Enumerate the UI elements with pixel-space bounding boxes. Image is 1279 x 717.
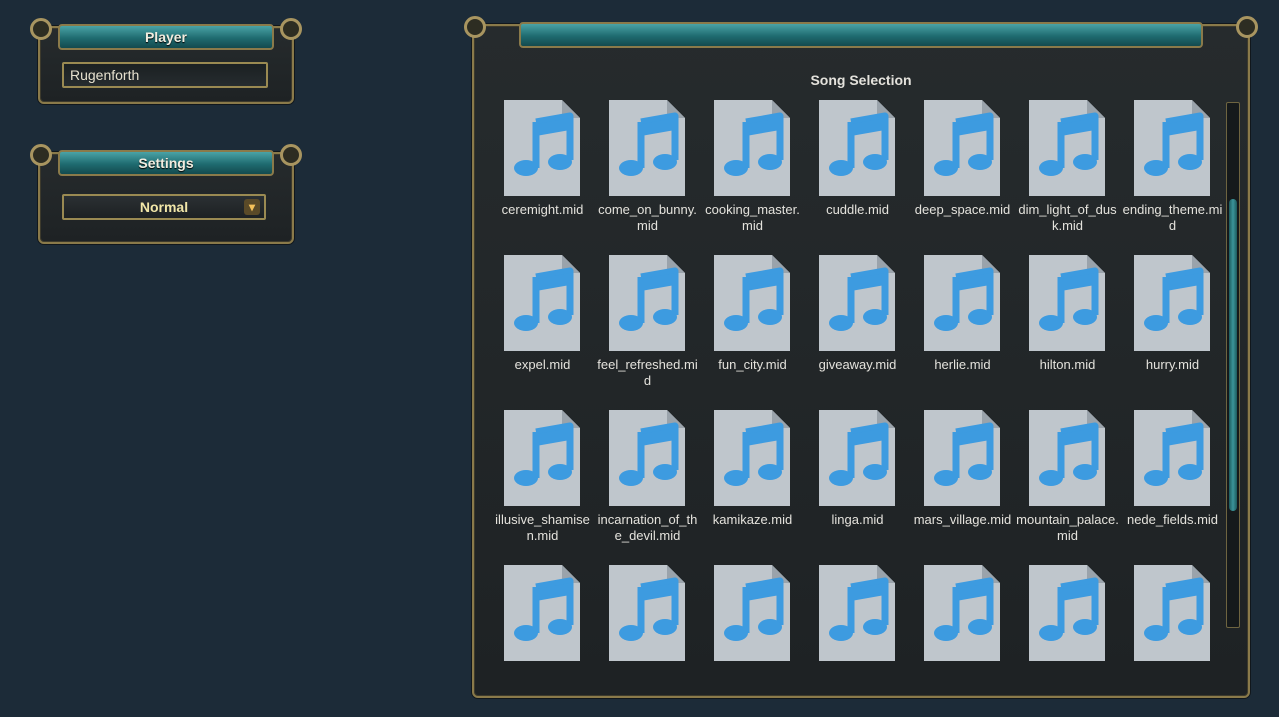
scrollbar-thumb[interactable] [1229, 199, 1237, 511]
music-file-icon [609, 565, 685, 661]
music-file-icon [1134, 410, 1210, 506]
song-list-scrollbar[interactable] [1226, 102, 1240, 628]
ornament-icon [280, 144, 302, 166]
song-tile[interactable]: ceremight.mid [490, 100, 595, 250]
song-filename: expel.mid [514, 357, 571, 372]
difficulty-select-value: Normal [139, 199, 189, 215]
settings-panel-title: Settings [58, 150, 274, 176]
music-file-icon [504, 100, 580, 196]
music-file-icon [1029, 255, 1105, 351]
song-filename: come_on_bunny.mid [598, 202, 697, 233]
song-tile[interactable]: come_on_bunny.mid [595, 100, 700, 250]
song-tile[interactable] [910, 565, 1015, 674]
song-filename: linga.mid [831, 512, 884, 527]
music-file-icon [924, 410, 1000, 506]
song-filename: incarnation_of_the_devil.mid [597, 512, 698, 543]
player-panel-title: Player [58, 24, 274, 50]
song-tile[interactable]: nede_fields.mid [1120, 410, 1225, 560]
song-tile[interactable]: feel_refreshed.mid [595, 255, 700, 405]
ornament-icon [464, 16, 486, 38]
song-tile[interactable] [805, 565, 910, 674]
song-filename: nede_fields.mid [1126, 512, 1219, 527]
song-tile[interactable]: incarnation_of_the_devil.mid [595, 410, 700, 560]
song-tile[interactable]: illusive_shamisen.mid [490, 410, 595, 560]
music-file-icon [1029, 100, 1105, 196]
ornament-icon [30, 18, 52, 40]
music-file-icon [819, 255, 895, 351]
song-tile[interactable]: expel.mid [490, 255, 595, 405]
music-file-icon [924, 100, 1000, 196]
song-grid: ceremight.mid come_on_bunny.mid cooking_ma… [490, 100, 1225, 674]
settings-panel: Settings Normal ▾ [30, 144, 302, 244]
music-file-icon [1029, 565, 1105, 661]
player-name-input[interactable]: Rugenforth [62, 62, 268, 88]
music-file-icon [1134, 100, 1210, 196]
music-file-icon [714, 410, 790, 506]
music-file-icon [819, 565, 895, 661]
song-filename: hilton.mid [1039, 357, 1096, 372]
song-filename: mountain_palace.mid [1016, 512, 1119, 543]
player-panel: Player Rugenforth [30, 18, 302, 104]
song-filename: dim_light_of_dusk.mid [1018, 202, 1117, 233]
song-filename: mars_village.mid [913, 512, 1012, 527]
music-file-icon [1134, 255, 1210, 351]
song-tile[interactable]: cooking_master.mid [700, 100, 805, 250]
song-tile[interactable]: ending_theme.mid [1120, 100, 1225, 250]
music-file-icon [714, 100, 790, 196]
music-file-icon [714, 565, 790, 661]
music-file-icon [1029, 410, 1105, 506]
music-file-icon [924, 255, 1000, 351]
song-filename: ceremight.mid [501, 202, 584, 217]
song-tile[interactable]: linga.mid [805, 410, 910, 560]
song-filename: illusive_shamisen.mid [495, 512, 590, 543]
song-tile[interactable] [700, 565, 805, 674]
song-selection-panel: Song Selection ceremight.mid come_on_bunn… [464, 16, 1258, 698]
song-filename: cuddle.mid [826, 202, 889, 217]
song-filename: kamikaze.mid [712, 512, 793, 527]
song-tile[interactable]: herlie.mid [910, 255, 1015, 405]
song-filename: hurry.mid [1145, 357, 1200, 372]
song-tile[interactable]: dim_light_of_dusk.mid [1015, 100, 1120, 250]
song-tile[interactable]: fun_city.mid [700, 255, 805, 405]
music-file-icon [504, 565, 580, 661]
music-file-icon [504, 255, 580, 351]
ornament-icon [280, 18, 302, 40]
song-filename: herlie.mid [934, 357, 991, 372]
song-filename: ending_theme.mid [1122, 202, 1223, 233]
music-file-icon [504, 410, 580, 506]
music-file-icon [1134, 565, 1210, 661]
music-file-icon [819, 100, 895, 196]
music-file-icon [924, 565, 1000, 661]
music-file-icon [609, 410, 685, 506]
ornament-icon [1236, 16, 1258, 38]
song-tile[interactable] [490, 565, 595, 674]
song-tile[interactable] [1120, 565, 1225, 674]
song-filename: cooking_master.mid [705, 202, 800, 233]
chevron-down-icon[interactable]: ▾ [244, 199, 260, 215]
song-tile[interactable]: hurry.mid [1120, 255, 1225, 405]
song-tile[interactable]: hilton.mid [1015, 255, 1120, 405]
song-filename: fun_city.mid [718, 357, 787, 372]
song-filename: feel_refreshed.mid [597, 357, 698, 388]
song-tile[interactable]: deep_space.mid [910, 100, 1015, 250]
song-tile[interactable]: giveaway.mid [805, 255, 910, 405]
song-tile[interactable] [595, 565, 700, 674]
song-tile[interactable]: mars_village.mid [910, 410, 1015, 560]
music-file-icon [609, 100, 685, 196]
music-file-icon [714, 255, 790, 351]
difficulty-select[interactable]: Normal ▾ [62, 194, 266, 220]
ornament-icon [30, 144, 52, 166]
song-selection-title: Song Selection [810, 72, 912, 88]
song-tile[interactable]: kamikaze.mid [700, 410, 805, 560]
song-filename: deep_space.mid [914, 202, 1011, 217]
song-panel-header-bar [519, 22, 1203, 48]
song-filename: giveaway.mid [818, 357, 897, 372]
song-tile[interactable]: cuddle.mid [805, 100, 910, 250]
music-file-icon [609, 255, 685, 351]
song-tile[interactable] [1015, 565, 1120, 674]
music-file-icon [819, 410, 895, 506]
song-tile[interactable]: mountain_palace.mid [1015, 410, 1120, 560]
